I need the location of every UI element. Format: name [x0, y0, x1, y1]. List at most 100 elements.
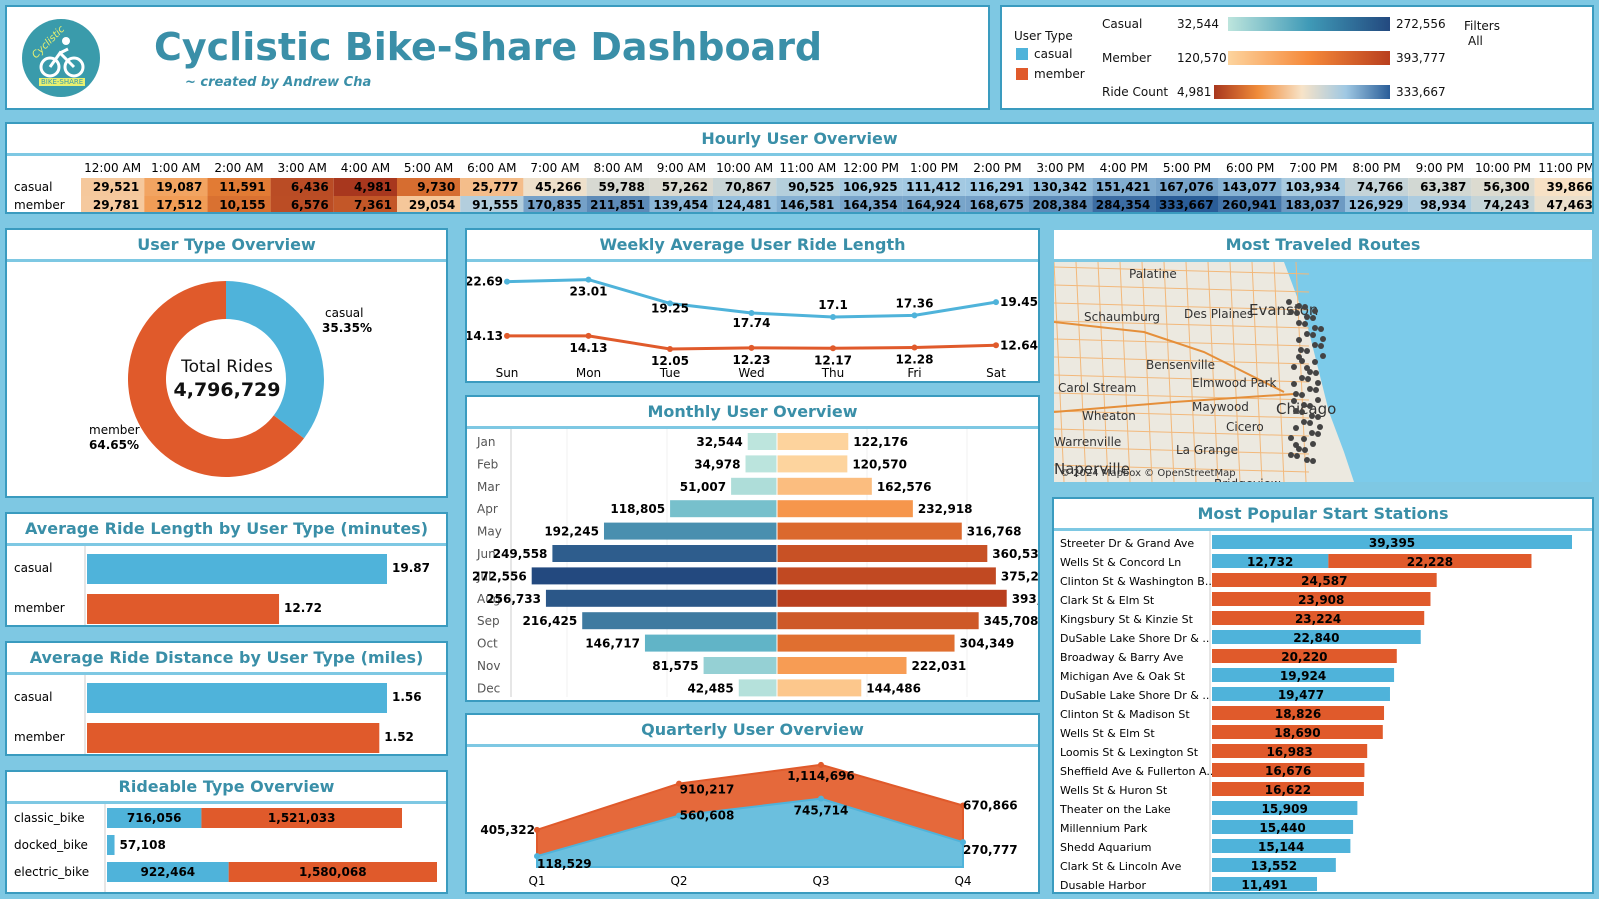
heatmap-value: 98,934 [1420, 198, 1466, 212]
bar-value-casual: 1.56 [392, 690, 422, 704]
route-point [1317, 424, 1323, 430]
weekly-point-member [585, 332, 592, 339]
map-place: Chicago [1276, 400, 1336, 418]
heatmap-value: 29,054 [409, 198, 455, 212]
map-place: Warrenville [1054, 435, 1121, 449]
station-label: Broadway & Barry Ave [1060, 651, 1184, 664]
weekly-point-casual [830, 314, 836, 321]
monthly-value-casual: 42,485 [687, 681, 733, 695]
heatmap-value: 91,555 [472, 198, 518, 212]
logo-subtext: BIKE-SHARE [39, 78, 86, 86]
scale-casual-min: 32,544 [1177, 17, 1219, 31]
heatmap-value: 167,076 [1159, 180, 1214, 194]
hour-label: 5:00 PM [1163, 161, 1211, 175]
route-point [1298, 347, 1304, 353]
heatmap-value: 9,730 [417, 180, 455, 194]
monthly-bar-chart: Jan 32,544 122,176 Feb 34,978 120,570 Mar 51,00… [472, 429, 1038, 697]
hour-label: 3:00 AM [278, 161, 327, 175]
route-point [1302, 447, 1308, 453]
route-point [1299, 358, 1305, 364]
quarterly-value-casual: 745,714 [794, 804, 849, 818]
route-point [1304, 348, 1310, 354]
route-point [1315, 397, 1321, 403]
monthly-bar-casual [670, 500, 777, 518]
monthly-bar-member [777, 657, 907, 674]
weekly-point-member [993, 342, 999, 349]
monthly-value-casual: 192,245 [544, 525, 599, 539]
station-label: DuSable Lake Shore Dr & .. [1060, 689, 1209, 702]
rideable-value-casual: 922,464 [140, 865, 195, 879]
route-point [1302, 321, 1308, 327]
quarterly-value-casual: 560,608 [680, 809, 735, 823]
rideable-value-member: 1,521,033 [268, 811, 336, 825]
map-place: Carol Stream [1058, 381, 1136, 395]
station-label: Clinton St & Madison St [1060, 708, 1190, 721]
monthly-bar-member [777, 612, 979, 630]
quarterly-value-casual: 270,777 [963, 843, 1018, 857]
station-value: 16,983 [1266, 745, 1312, 759]
heatmap-value: 74,243 [1483, 198, 1529, 212]
heatmap-value: 25,777 [472, 180, 518, 194]
station-value: 20,220 [1281, 650, 1327, 664]
station-value: 13,552 [1251, 859, 1297, 873]
day-label: Sat [986, 366, 1006, 380]
station-value: 15,440 [1259, 821, 1305, 835]
station-value: 22,840 [1293, 631, 1339, 645]
route-point [1318, 326, 1324, 332]
legend-item-member[interactable]: member [1016, 67, 1085, 81]
monthly-title: Monthly User Overview [467, 397, 1038, 429]
weekly-value-member: 14.13 [467, 329, 503, 343]
monthly-bar-casual [644, 634, 777, 652]
weekly-value-casual: 19.45 [1000, 295, 1038, 309]
station-value: 19,477 [1278, 688, 1324, 702]
station-value: 16,622 [1265, 783, 1311, 797]
quarterly-point-casual [818, 795, 824, 802]
legend-item-casual[interactable]: casual [1016, 47, 1073, 61]
monthly-value-member: 304,349 [960, 637, 1015, 651]
station-value-member: 22,228 [1407, 555, 1453, 569]
hour-label: 2:00 PM [973, 161, 1021, 175]
heatmap-value: 260,941 [1222, 198, 1277, 212]
route-point [1299, 375, 1305, 381]
route-point [1310, 458, 1316, 464]
weekly-point-casual [585, 276, 592, 283]
map-place: La Grange [1176, 443, 1238, 457]
stations-bar-chart: Streeter Dr & Grand Ave 39,395 Wells St & … [1059, 531, 1572, 892]
monthly-bar-member [777, 455, 848, 473]
route-point [1301, 402, 1307, 408]
month-label: Nov [477, 659, 500, 673]
bar-member [87, 723, 380, 753]
hour-label: 9:00 PM [1416, 161, 1464, 175]
routes-title: Most Traveled Routes [1054, 230, 1592, 262]
station-value: 11,491 [1241, 878, 1287, 892]
user-type-panel: User Type Overview casual 35.35% member 64.… [5, 228, 448, 498]
monthly-bar-member [777, 589, 1007, 607]
rideable-chart: classic_bike 716,056 1,521,033 docked_bike 5… [14, 804, 437, 892]
monthly-value-member: 120,570 [852, 457, 907, 471]
station-value: 19,924 [1280, 669, 1326, 683]
quarterly-area-chart: 405,322 910,217 1,114,696 670,866 118,529 560… [480, 761, 1018, 888]
scale-casual: Casual 32,544 272,556 [1102, 17, 1472, 35]
ride-length-panel: Average Ride Length by User Type (minute… [5, 512, 448, 627]
rideable-label: classic_bike [14, 811, 85, 825]
bar-value-member: 12.72 [284, 601, 322, 615]
filters-label[interactable]: Filters [1464, 19, 1500, 33]
ride-distance-panel: Average Ride Distance by User Type (mile… [5, 641, 448, 756]
heatmap-value: 63,387 [1420, 180, 1466, 194]
station-value: 24,587 [1301, 574, 1347, 588]
station-label: Sheffield Ave & Fullerton A.. [1060, 765, 1213, 778]
route-point [1293, 391, 1299, 397]
weekly-point-casual [911, 312, 918, 319]
routes-map[interactable]: PalatineSchaumburg Des PlainesEvanstonBen… [1054, 262, 1592, 482]
weekly-value-member: 14.13 [570, 341, 608, 355]
ride-length-title: Average Ride Length by User Type (minute… [7, 514, 446, 546]
filters-value[interactable]: All [1468, 34, 1483, 48]
monthly-bar-member [777, 433, 849, 450]
quarter-label: Q3 [812, 874, 829, 888]
heatmap-value: 126,929 [1349, 198, 1404, 212]
heatmap-value: 45,266 [535, 180, 581, 194]
hour-label: 8:00 PM [1352, 161, 1400, 175]
station-label: Loomis St & Lexington St [1060, 746, 1199, 759]
hour-label: 6:00 AM [467, 161, 516, 175]
month-label: Apr [477, 502, 498, 516]
